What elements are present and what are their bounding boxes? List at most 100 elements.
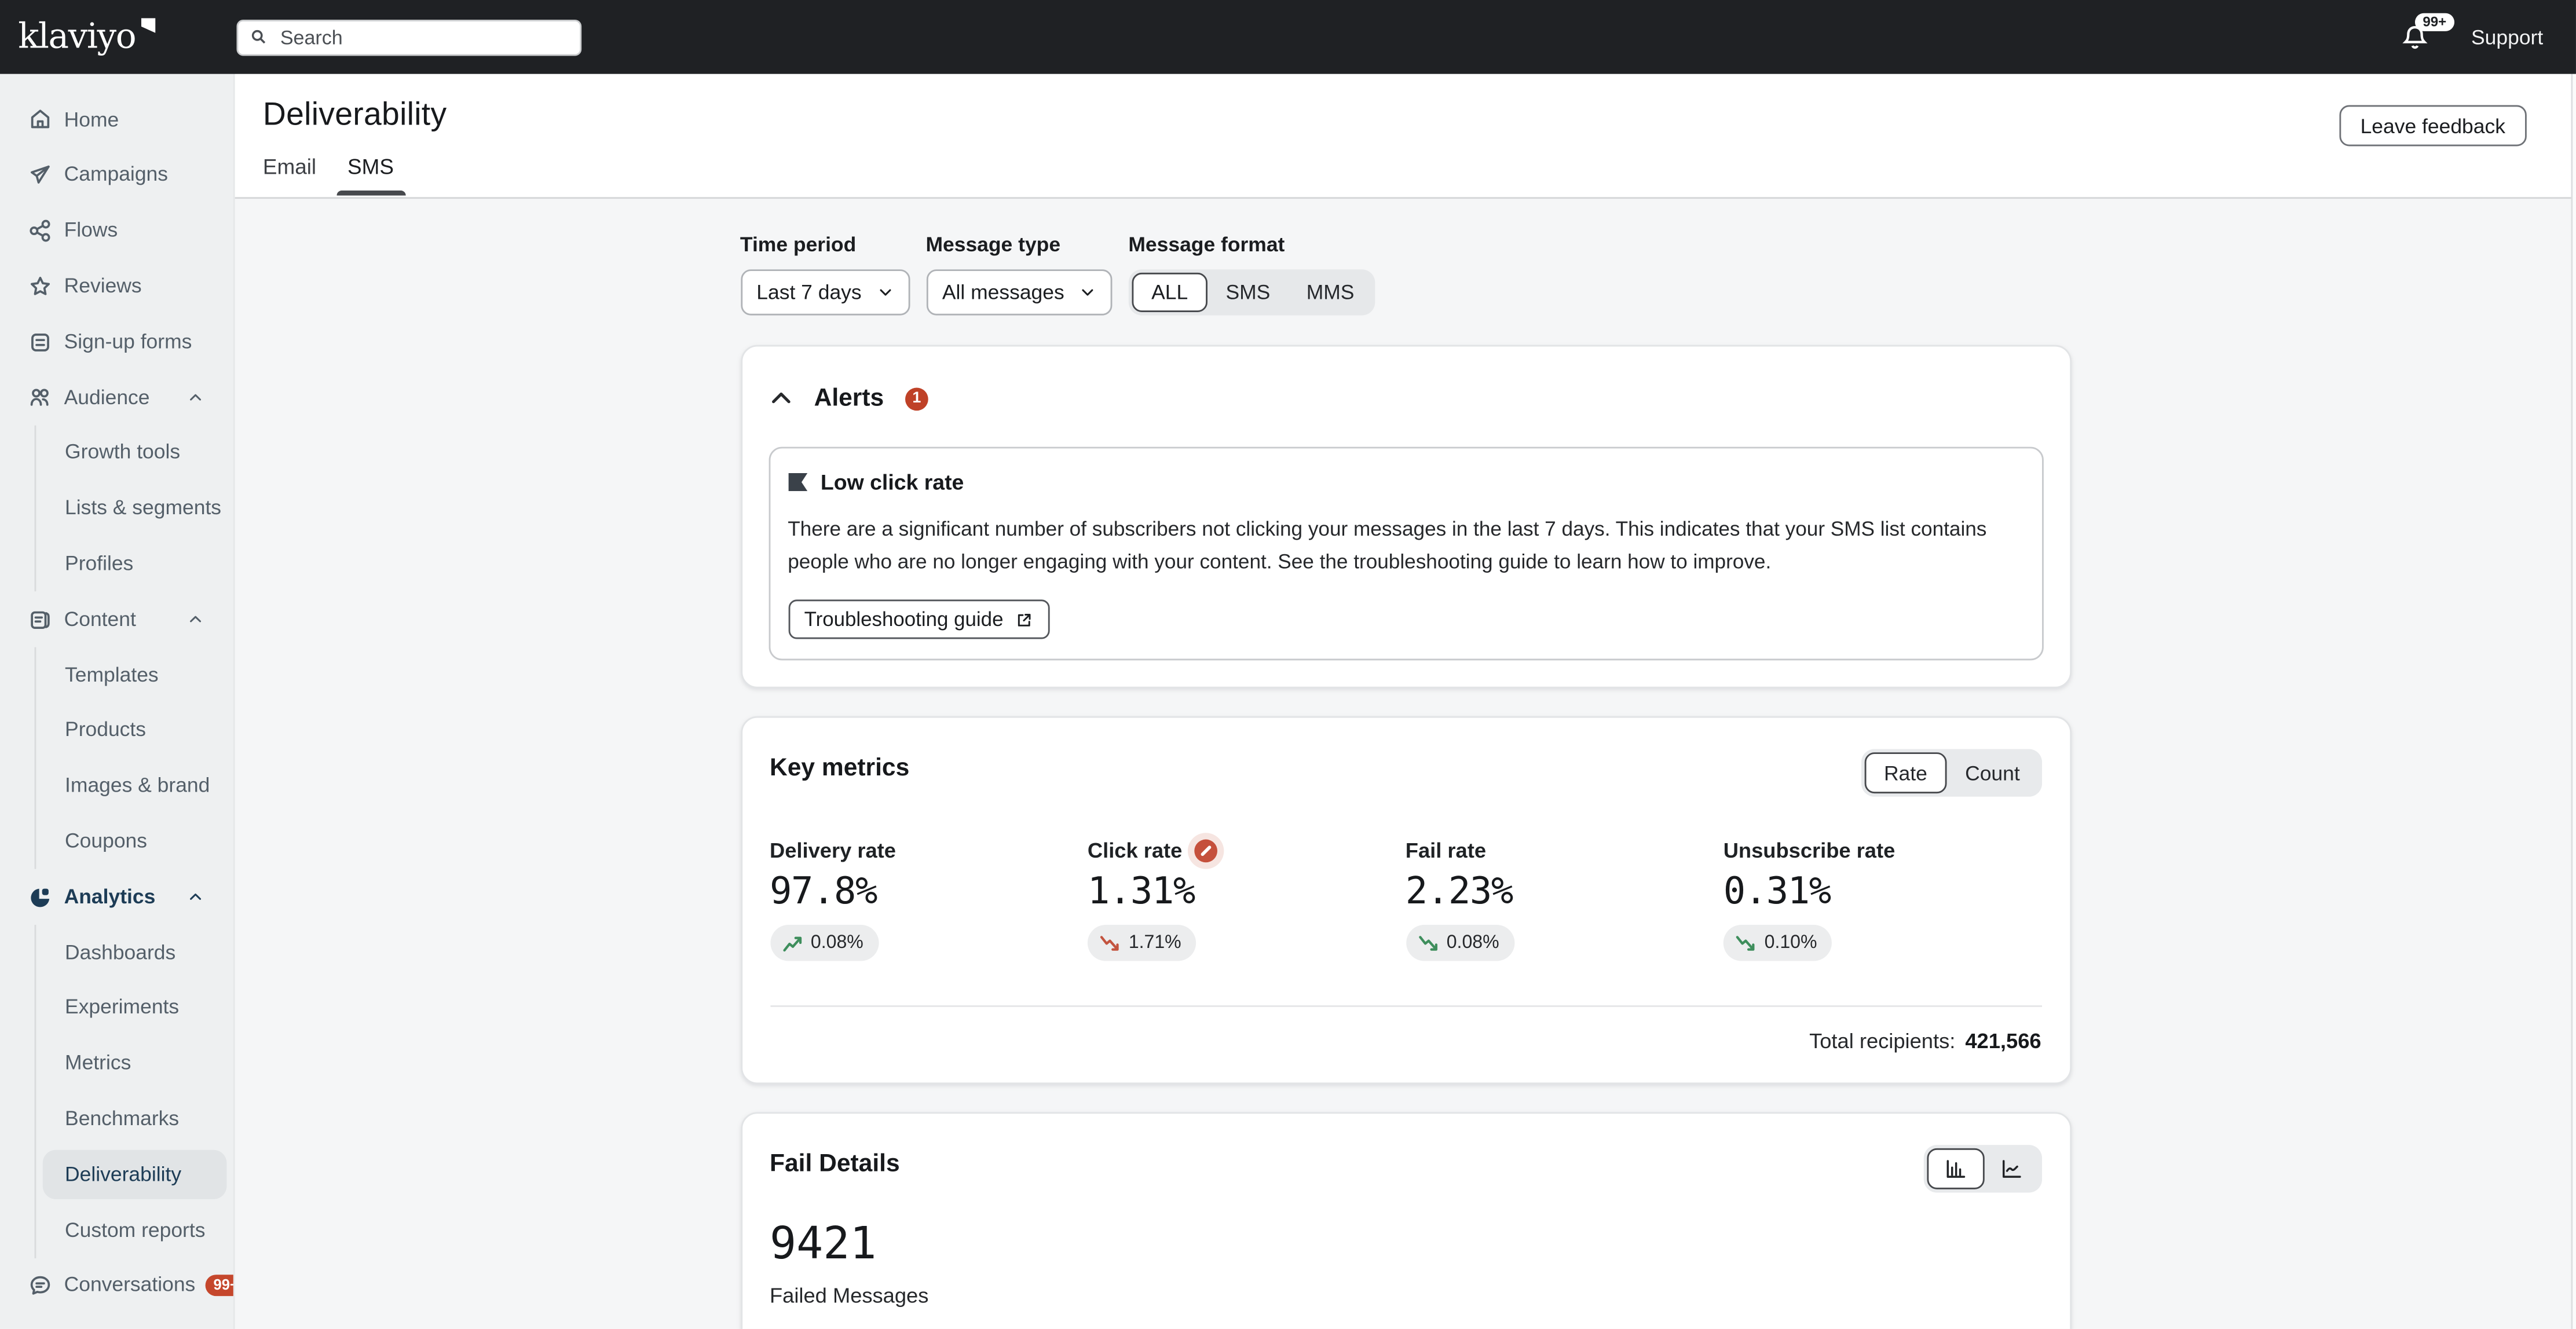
time-period-value: Last 7 days [756,281,861,304]
message-type-select[interactable]: All messages [925,269,1112,315]
failed-messages-value: 9421 [770,1219,2041,1270]
app-root: klaviyo 99+ Support Home Campaigns Flows Re… [0,0,2576,1329]
sidebar-subgroup: DashboardsExperimentsMetricsBenchmarks De… [34,925,233,1258]
logo-text: klaviyo [18,16,136,56]
metric-unsubscribe-rate: Unsubscribe rate0.31%0.10% [1724,838,2041,961]
troubleshooting-guide-button[interactable]: Troubleshooting guide [788,600,1049,639]
leave-feedback-button[interactable]: Leave feedback [2339,105,2527,147]
topbar: klaviyo 99+ Support [0,0,2576,74]
sidebar-item-home[interactable]: Home [0,92,233,148]
failed-messages-label: Failed Messages [770,1283,2041,1308]
sidebar-item-coupons[interactable]: Coupons [35,814,233,869]
rate-count-toggle: RateCount [1861,749,2041,797]
sidebar-item-label: Analytics [64,887,156,907]
klaviyo-flag-icon [141,18,156,33]
sidebar-item-products[interactable]: Products [35,702,233,758]
sidebar-item-conversations[interactable]: Conversations99+ [0,1258,233,1313]
format-option-all[interactable]: ALL [1132,273,1208,312]
bar-chart-view-button[interactable] [1926,1148,1984,1189]
metric-fail-rate: Fail rate2.23%0.08% [1406,838,1724,961]
flow-icon [28,218,53,243]
sidebar-item-audience[interactable]: Audience [0,369,233,425]
message-format-label: Message format [1128,233,1375,257]
chevron-down-icon [1079,284,1095,301]
sidebar-item-label: Products [65,720,146,741]
trend-down-icon [1099,934,1121,952]
sidebar-item-label: Growth tools [65,442,180,463]
sidebar-item-label: Campaigns [64,165,168,185]
chevron-down-icon [876,284,892,301]
trend-up-icon [781,934,803,952]
search-input[interactable] [277,24,568,50]
sidebar-item-profiles[interactable]: Profiles [35,536,233,592]
trend-down-icon [1417,934,1439,952]
search-icon [249,28,267,46]
filters: Time period Last 7 days Message type All… [740,233,2071,316]
star-icon [28,274,53,299]
sidebar-item-templates[interactable]: Templates [35,647,233,703]
alerts-card: Alerts 1 Low click rate There are a sign… [740,345,2071,689]
content: Time period Last 7 days Message type All… [235,200,2576,1329]
message-type-value: All messages [942,281,1064,304]
metric-delta: 0.08% [770,925,878,961]
sidebar-item-content[interactable]: Content [0,592,233,647]
page-title: Deliverability [263,74,2576,135]
fail-details-title: Fail Details [770,1150,900,1178]
global-search[interactable] [236,19,581,55]
collapse-alerts-button[interactable] [768,386,793,411]
bar-chart-icon [1942,1157,1967,1182]
notifications-button[interactable]: 99+ [2401,22,2430,52]
support-link[interactable]: Support [2471,25,2543,49]
format-option-mms[interactable]: MMS [1289,273,1373,312]
metric-alert-icon[interactable] [1194,839,1217,862]
alerts-count-badge: 1 [905,387,928,410]
filter-message-format: Message format ALLSMSMMS [1128,233,1375,316]
key-metrics-card: Key metrics RateCount Delivery rate97.8%… [740,716,2071,1084]
time-period-select[interactable]: Last 7 days [740,269,909,315]
metric-value: 1.31% [1088,871,1406,914]
sidebar-item-campaigns[interactable]: Campaigns [0,148,233,203]
klaviyo-logo[interactable]: klaviyo [18,20,155,54]
format-option-sms[interactable]: SMS [1208,273,1288,312]
tab-email[interactable]: Email [263,155,316,194]
sidebar-item-deliverability[interactable]: Deliverability [42,1150,226,1199]
chat-icon [28,1273,53,1298]
filter-time-period: Time period Last 7 days [740,233,909,316]
sidebar-item-metrics[interactable]: Metrics [35,1036,233,1092]
sidebar-item-benchmarks[interactable]: Benchmarks [35,1092,233,1147]
sidebar-item-analytics[interactable]: Analytics [0,869,233,925]
line-chart-view-button[interactable] [1984,1148,2038,1189]
sidebar-item-label: Deliverability [65,1165,181,1185]
sidebar-item-growth-tools[interactable]: Growth tools [35,425,233,481]
alerts-title: Alerts [814,385,884,412]
view-option-count[interactable]: Count [1947,753,2038,794]
sidebar-item-experiments[interactable]: Experiments [35,980,233,1036]
sidebar-item-label: Profiles [65,554,133,574]
sidebar-item-custom-reports[interactable]: Custom reports [35,1202,233,1258]
scrollbar-track[interactable] [2571,74,2576,1329]
sidebar-item-images-brand[interactable]: Images & brand [35,758,233,814]
chart-type-toggle [1923,1145,2041,1193]
analytics-icon [28,885,53,910]
sidebar-item-sign-up-forms[interactable]: Sign-up forms [0,314,233,369]
sidebar-subgroup: Growth tools Lists & segments Profiles [34,425,233,592]
metric-delivery-rate: Delivery rate97.8%0.08% [770,838,1088,961]
total-recipients-value: 421,566 [1965,1028,2041,1053]
tab-sms[interactable]: SMS [347,155,394,194]
sidebar-subgroup: Templates Products Images & brandCoupons [34,647,233,869]
content-icon [28,607,53,632]
sidebar-item-label: Flows [64,221,118,241]
time-period-label: Time period [740,233,909,257]
form-icon [28,329,53,354]
sidebar-item-reviews[interactable]: Reviews [0,258,233,314]
sidebar-item-lists-segments[interactable]: Lists & segments [35,481,233,536]
view-option-rate[interactable]: Rate [1864,753,1947,794]
sidebar-item-dashboards[interactable]: Dashboards [35,925,233,980]
users-icon [28,385,53,410]
chevron-up-icon [187,611,203,627]
sidebar-item-flows[interactable]: Flows [0,203,233,259]
chevron-up-icon [187,889,203,905]
metric-delta-value: 0.08% [1447,933,1499,953]
trend-down-icon [1735,934,1757,952]
metric-label: Click rate [1088,838,1182,863]
